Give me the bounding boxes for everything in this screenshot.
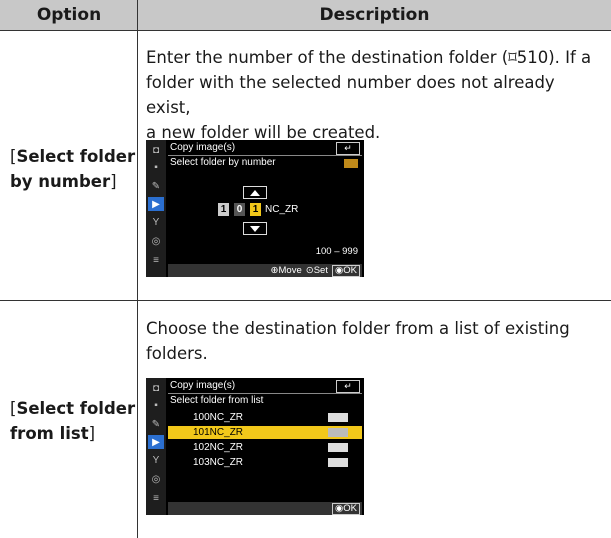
screen-footer: ⊕Move ⊙Set ◉OK [168,264,362,277]
option-label-line1: Select folder [16,399,136,418]
set-hint: ⊙Set [305,265,328,276]
card-slot-icon [344,159,358,168]
folder-name: 100NC_ZR [193,412,244,423]
folder-name: 103NC_ZR [193,457,244,468]
move-hint: ⊕Move [270,265,302,276]
table-header: Option Description [0,0,611,30]
folder-thumbnail-icon [328,443,348,452]
header-option: Option [36,5,102,25]
my-menu-icon: ≡ [153,492,159,504]
option-label-line2: from list [10,424,89,443]
option-label-line2: by number [10,172,111,191]
wrench-icon: Y [152,454,160,466]
back-icon[interactable]: ↵ [336,142,360,155]
increment-arrow[interactable] [243,186,267,199]
camera-icon: ◘ [152,144,160,156]
screen-title: Copy image(s) [170,142,236,153]
folder-name: 101NC_ZR [193,427,244,438]
screen-subtitle: Select folder by number [170,157,276,168]
title-rule [168,393,362,394]
digit-ones-selected[interactable]: 1 [250,203,261,216]
playback-icon: ▶ [148,197,164,211]
folder-thumbnail-icon [328,428,348,437]
option-select-folder-by-number: [Select folder by number] [10,144,135,194]
folder-thumbnail-icon [328,413,348,422]
menu-sidebar: ◘ ▪ ✎ ▶ Y ◎ ≡ [146,140,166,277]
ok-hint[interactable]: ◉OK [331,502,360,515]
digit-tens[interactable]: 0 [234,203,245,216]
description-select-folder-from-list: Choose the destination folder from a lis… [146,316,601,366]
bracket-close: ] [88,424,96,443]
camera-screen-by-number: ◘ ▪ ✎ ▶ Y ◎ ≡ Copy image(s) ↵ Select fol… [146,140,364,277]
down-arrow-icon [250,225,260,232]
pencil-icon: ✎ [151,180,161,192]
screen-title: Copy image(s) [170,380,236,391]
header-description: Description [319,5,430,25]
desc-line: Choose the destination folder from a lis… [146,319,570,338]
screen-subtitle: Select folder from list [170,395,264,406]
folder-list-item[interactable]: 100NC_ZR [168,411,362,424]
column-divider [137,0,138,538]
screen-footer: ◉OK [168,502,362,515]
camera-screen-from-list: ◘ ▪ ✎ ▶ Y ◎ ≡ Copy image(s) ↵ Select fol… [146,378,364,515]
movie-icon: ▪ [154,399,158,411]
bracket-close: ] [110,172,117,191]
playback-icon: ▶ [148,435,164,449]
movie-icon: ▪ [154,161,158,173]
description-select-folder-by-number: Enter the number of the destination fold… [146,45,601,145]
network-icon: ◎ [151,473,161,485]
back-icon[interactable]: ↵ [336,380,360,393]
folder-thumbnail-icon [328,458,348,467]
network-icon: ◎ [151,235,161,247]
desc-line: Enter the number of the destination fold… [146,48,592,67]
desc-line: folders. [146,344,208,363]
folder-list-item[interactable]: 103NC_ZR [168,456,362,469]
folder-name: 102NC_ZR [193,442,244,453]
header-divider [0,30,611,31]
range-text: 100 – 999 [315,246,358,257]
ok-hint[interactable]: ◉OK [331,264,360,277]
up-arrow-icon [250,189,260,196]
folder-list-item-selected[interactable]: 101NC_ZR [168,426,362,439]
option-select-folder-from-list: [Select folder from list] [10,396,135,446]
decrement-arrow[interactable] [243,222,267,235]
row-divider [0,300,611,301]
folder-suffix: NC_ZR [265,204,299,215]
my-menu-icon: ≡ [153,254,159,266]
camera-icon: ◘ [152,382,160,394]
wrench-icon: Y [152,216,160,228]
title-rule [168,155,362,156]
digit-hundreds[interactable]: 1 [218,203,229,216]
desc-line: folder with the selected number does not… [146,73,555,117]
option-label-line1: Select folder [16,147,136,166]
pencil-icon: ✎ [151,418,161,430]
menu-sidebar: ◘ ▪ ✎ ▶ Y ◎ ≡ [146,378,166,515]
folder-list-item[interactable]: 102NC_ZR [168,441,362,454]
